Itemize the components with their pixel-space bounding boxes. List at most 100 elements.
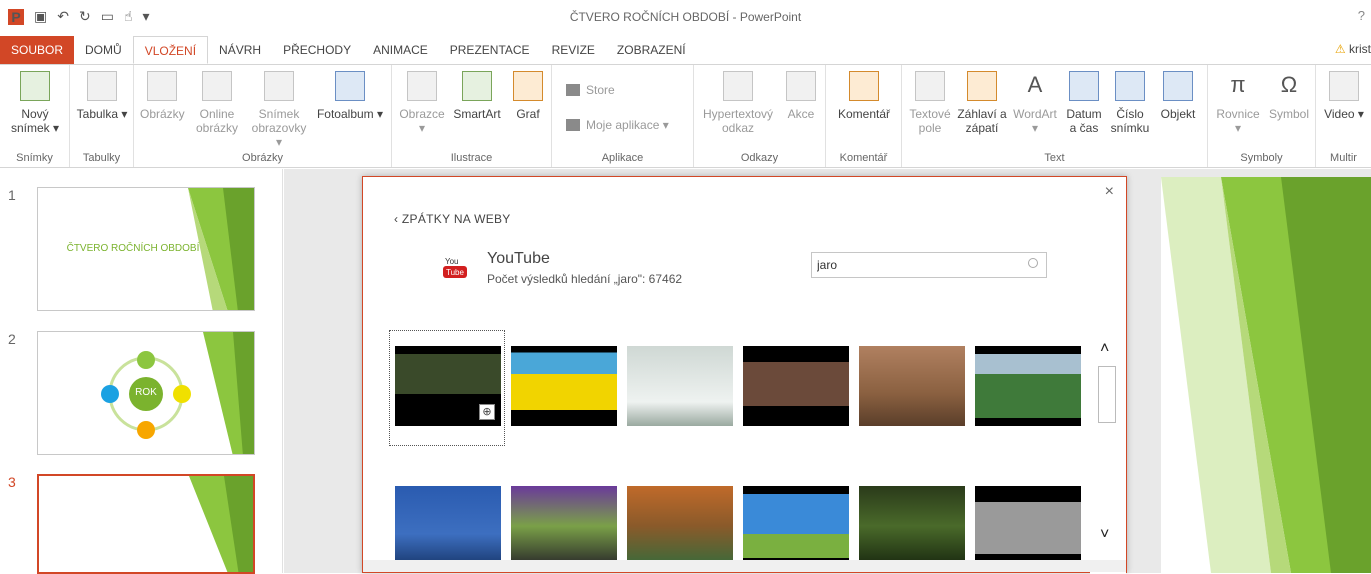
search-icon[interactable] <box>1028 258 1038 268</box>
video-image <box>511 346 617 426</box>
symbol-button[interactable]: Ω Symbol <box>1266 71 1312 121</box>
search-box <box>811 252 1047 278</box>
result-count: Počet výsledků hledání „jaro": 67462 <box>487 272 683 286</box>
tab-prezentace[interactable]: PREZENTACE <box>439 36 541 64</box>
current-slide[interactable] <box>1161 177 1371 573</box>
table-button[interactable]: Tabulka ▾ <box>76 71 128 121</box>
my-apps-button[interactable]: Moje aplikace ▾ <box>566 118 669 132</box>
slide-thumbnail-1[interactable]: ČTVERO ROČNÍCH OBDOBÍ <box>37 187 255 311</box>
video-thumbnail[interactable] <box>859 486 965 566</box>
close-icon[interactable]: × <box>1105 183 1114 201</box>
header-footer-button[interactable]: Záhlaví a zápatí <box>956 71 1008 135</box>
shapes-icon <box>407 71 437 101</box>
tab-soubor[interactable]: SOUBOR <box>0 36 75 64</box>
slide-number: 3 <box>8 474 16 490</box>
user-account[interactable]: ⚠ krist <box>1335 42 1371 56</box>
video-thumbnail[interactable]: ⊕ <box>395 346 501 426</box>
group-label: Snímky <box>16 152 53 164</box>
tab-domu[interactable]: DOMŮ <box>74 36 133 64</box>
video-thumbnail[interactable] <box>395 486 501 566</box>
scroll-down-icon[interactable]: ˅ <box>1100 526 1109 544</box>
online-pictures-button[interactable]: Online obrázky <box>192 71 242 135</box>
tab-vlozeni[interactable]: VLOŽENÍ <box>132 36 209 64</box>
tab-prechody[interactable]: PŘECHODY <box>272 36 362 64</box>
slide-decoration <box>1161 177 1371 573</box>
video-icon <box>1329 71 1359 101</box>
video-thumbnail[interactable] <box>627 346 733 426</box>
pi-icon: π <box>1230 72 1246 97</box>
slide-number: 1 <box>8 187 16 203</box>
group-label: Text <box>1044 152 1065 164</box>
video-button[interactable]: Video ▾ <box>1322 71 1366 121</box>
slide-title: ČTVERO ROČNÍCH OBDOBÍ <box>66 243 200 254</box>
video-thumbnail[interactable] <box>743 346 849 426</box>
search-input[interactable] <box>812 253 1012 277</box>
scroll-thumb[interactable] <box>1098 366 1116 423</box>
group-label: Ilustrace <box>450 152 493 164</box>
video-image <box>859 486 965 566</box>
video-thumbnail[interactable] <box>975 346 1081 426</box>
new-slide-button[interactable]: Nový snímek ▾ <box>8 71 62 135</box>
group-label: Odkazy <box>740 152 779 164</box>
back-to-sites-link[interactable]: ‹ ZPÁTKY NA WEBY <box>394 212 511 226</box>
group-odkazy: Hypertextový odkaz Akce Odkazy <box>694 65 826 167</box>
date-time-button[interactable]: Datum a čas <box>1062 71 1106 135</box>
diagram-center-label: ROK <box>135 387 157 398</box>
action-button[interactable]: Akce <box>782 71 820 121</box>
slide-number-button[interactable]: Číslo snímku <box>1108 71 1152 135</box>
scroll-up-icon[interactable]: ˄ <box>1100 340 1109 358</box>
smartart-button[interactable]: SmartArt <box>450 71 504 121</box>
group-komentar: Komentář Komentář <box>826 65 902 167</box>
help-icon[interactable]: ? <box>1358 8 1365 23</box>
video-thumbnail[interactable] <box>511 486 617 566</box>
tab-animace[interactable]: ANIMACE <box>362 36 439 64</box>
ribbon: Nový snímek ▾ Snímky Tabulka ▾ Tabulky O… <box>0 64 1371 168</box>
video-thumbnail[interactable] <box>743 486 849 566</box>
group-aplikace: Store Moje aplikace ▾ Aplikace <box>552 65 694 167</box>
screenshot-button[interactable]: Snímek obrazovky ▾ <box>248 71 310 149</box>
group-symboly: π Rovnice ▾ Ω Symbol Symboly <box>1208 65 1316 167</box>
video-thumbnail[interactable] <box>511 346 617 426</box>
video-image <box>627 486 733 566</box>
window-title: ČTVERO ROČNÍCH OBDOBÍ - PowerPoint <box>569 10 802 24</box>
youtube-logo-icon: You Tube <box>443 257 467 278</box>
wordart-button[interactable]: A WordArt ▾ <box>1010 71 1060 135</box>
shapes-button[interactable]: Obrazce ▾ <box>396 71 448 135</box>
hyperlink-button[interactable]: Hypertextový odkaz <box>698 71 778 135</box>
video-image <box>743 346 849 426</box>
apps-icon <box>566 119 580 131</box>
svg-text:You: You <box>445 257 459 266</box>
video-image <box>511 486 617 566</box>
calendar-icon <box>1069 71 1099 101</box>
pictures-button[interactable]: Obrázky <box>140 71 185 121</box>
group-label: Multir <box>1330 152 1357 164</box>
tab-zobrazeni[interactable]: ZOBRAZENÍ <box>606 36 697 64</box>
results-scrollbar[interactable]: ˄ ˅ <box>1090 330 1126 574</box>
comment-button[interactable]: Komentář <box>832 71 896 121</box>
store-button[interactable]: Store <box>566 83 615 97</box>
tab-navrh[interactable]: NÁVRH <box>208 36 272 64</box>
globe-link-icon <box>723 71 753 101</box>
textbox-button[interactable]: Textové pole <box>906 71 954 135</box>
comment-icon <box>849 71 879 101</box>
object-button[interactable]: Objekt <box>1156 71 1200 121</box>
slide-thumbnail-3[interactable] <box>37 474 255 574</box>
video-thumbnail[interactable] <box>859 346 965 426</box>
video-thumbnail[interactable] <box>627 486 733 566</box>
user-name: krist <box>1349 42 1371 56</box>
video-results-grid: ⊕ <box>388 330 1088 574</box>
slide-thumbnail-2[interactable]: ROK <box>37 331 255 455</box>
svg-text:Tube: Tube <box>446 268 464 277</box>
video-image <box>627 346 733 426</box>
photo-album-button[interactable]: Fotoalbum ▾ <box>316 71 384 121</box>
video-image <box>395 486 501 566</box>
video-thumbnail[interactable] <box>975 486 1081 566</box>
insert-video-dialog: × ‹ ZPÁTKY NA WEBY You Tube You Tube Poče… <box>362 176 1127 574</box>
group-label: Komentář <box>839 152 888 164</box>
video-image <box>859 346 965 426</box>
tab-revize[interactable]: REVIZE <box>541 36 606 64</box>
chart-button[interactable]: Graf <box>510 71 546 121</box>
zoom-icon[interactable]: ⊕ <box>479 404 495 420</box>
group-label: Symboly <box>1240 152 1283 164</box>
equation-button[interactable]: π Rovnice ▾ <box>1212 71 1264 135</box>
